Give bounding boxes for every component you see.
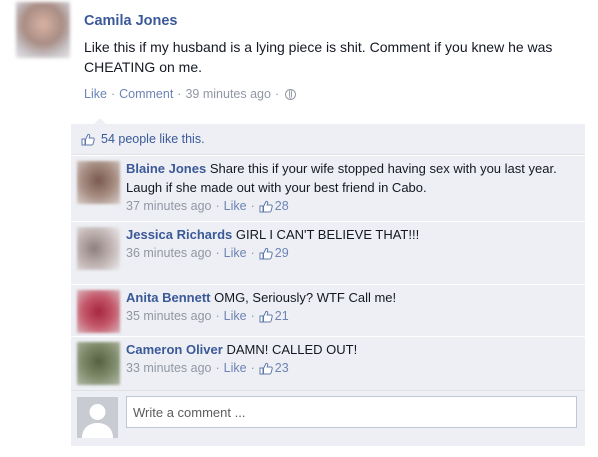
thumbs-up-icon	[259, 310, 273, 323]
comment-like-link[interactable]: Like	[224, 359, 247, 378]
separator-dot: ·	[274, 87, 280, 101]
post-like-link[interactable]: Like	[84, 87, 107, 101]
separator-dot: ·	[250, 361, 255, 375]
thumbs-up-icon	[81, 133, 95, 145]
comment-body: Anita Bennett OMG, Seriously? WTF Call m…	[126, 288, 578, 326]
separator-dot: ·	[215, 199, 220, 213]
comment-text: OMG, Seriously? WTF Call me!	[214, 290, 397, 305]
likes-summary-text[interactable]: 54 people like this.	[101, 132, 205, 146]
comment-item: Anita Bennett OMG, Seriously? WTF Call m…	[71, 284, 585, 336]
comment-meta: 33 minutes ago · Like · 23	[126, 359, 578, 378]
separator-dot: ·	[250, 246, 255, 260]
comment-composer	[71, 390, 585, 446]
commenter-name[interactable]: Jessica Richards	[126, 227, 232, 242]
comment-like-link[interactable]: Like	[224, 307, 247, 326]
comment-time[interactable]: 33 minutes ago	[126, 359, 211, 378]
separator-dot: ·	[250, 199, 255, 213]
separator-dot: ·	[250, 309, 255, 323]
commenter-avatar[interactable]	[77, 342, 120, 385]
commenter-avatar[interactable]	[77, 227, 120, 270]
comment-meta: 37 minutes ago · Like · 28	[126, 197, 578, 216]
comment-like-count[interactable]: 21	[275, 307, 289, 326]
comment-like-link[interactable]: Like	[224, 244, 247, 263]
comment-time[interactable]: 37 minutes ago	[126, 197, 211, 216]
comment-time[interactable]: 36 minutes ago	[126, 244, 211, 263]
thumbs-up-icon	[259, 247, 273, 260]
comment-text: DAMN! CALLED OUT!	[226, 342, 358, 357]
commenter-name[interactable]: Anita Bennett	[126, 290, 211, 305]
comment-meta: 36 minutes ago · Like · 29	[126, 244, 578, 263]
comment-like-count[interactable]: 28	[275, 197, 289, 216]
post-timestamp[interactable]: 39 minutes ago	[185, 87, 270, 101]
separator-dot: ·	[215, 246, 220, 260]
comment-input[interactable]	[126, 396, 577, 428]
comment-item: Blaine Jones Share this if your wife sto…	[71, 155, 585, 221]
post-author-name[interactable]: Camila Jones	[84, 13, 178, 29]
separator-dot: ·	[177, 87, 182, 101]
default-avatar-icon	[77, 397, 118, 438]
separator-dot: ·	[215, 309, 220, 323]
separator-dot: ·	[215, 361, 220, 375]
likes-summary-row: 54 people like this.	[71, 124, 585, 155]
commenter-avatar[interactable]	[77, 161, 120, 204]
thumbs-up-icon	[259, 200, 273, 213]
post-comment-link[interactable]: Comment	[119, 87, 173, 101]
current-user-avatar	[77, 397, 118, 438]
comment-text: GIRL I CAN'T BELIEVE THAT!!!	[235, 227, 420, 242]
comment-item: Cameron Oliver DAMN! CALLED OUT! 33 minu…	[71, 336, 585, 390]
separator-dot: ·	[110, 87, 116, 101]
comment-meta: 35 minutes ago · Like · 21	[126, 307, 578, 326]
ufi-panel: 54 people like this. Blaine Jones Share …	[71, 124, 585, 446]
commenter-name[interactable]: Cameron Oliver	[126, 342, 223, 357]
post-author-avatar[interactable]	[16, 2, 70, 58]
comment-like-count[interactable]: 29	[275, 244, 289, 263]
comment-body: Cameron Oliver DAMN! CALLED OUT! 33 minu…	[126, 340, 578, 378]
comment-body: Jessica Richards GIRL I CAN'T BELIEVE TH…	[126, 225, 578, 263]
post-meta: Like · Comment · 39 minutes ago ·	[84, 87, 297, 101]
comment-time[interactable]: 35 minutes ago	[126, 307, 211, 326]
comment-like-count[interactable]: 23	[275, 359, 289, 378]
comment-like-link[interactable]: Like	[224, 197, 247, 216]
comment-body: Blaine Jones Share this if your wife sto…	[126, 159, 578, 216]
thumbs-up-icon	[259, 362, 273, 375]
globe-icon[interactable]	[285, 88, 297, 100]
commenter-avatar[interactable]	[77, 290, 120, 333]
post-text: Like this if my husband is a lying piece…	[84, 39, 553, 75]
comment-item: Jessica Richards GIRL I CAN'T BELIEVE TH…	[71, 221, 585, 284]
commenter-name[interactable]: Blaine Jones	[126, 161, 206, 176]
